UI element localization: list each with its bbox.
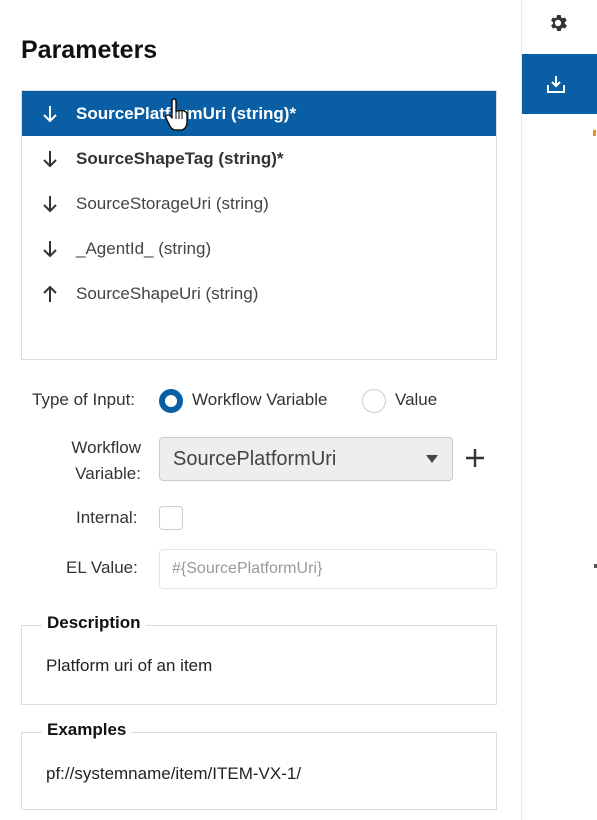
examples-box: Examples pf://systemname/item/ITEM-VX-1/ <box>21 720 497 810</box>
examples-text: pf://systemname/item/ITEM-VX-1/ <box>46 764 302 783</box>
arrow-down-icon <box>41 195 59 213</box>
arrow-up-icon <box>41 285 59 303</box>
el-value-placeholder: #{SourcePlatformUri} <box>172 560 323 577</box>
parameter-item[interactable]: SourceShapeTag (string)* <box>22 136 496 181</box>
description-box: Description Platform uri of an item <box>21 613 497 705</box>
parameter-label: SourceStorageUri (string) <box>76 193 269 213</box>
value-radio[interactable] <box>362 389 386 413</box>
workflow-variable-label: Workflow Variable: <box>40 435 141 487</box>
arrow-down-icon <box>41 150 59 168</box>
value-option-label[interactable]: Value <box>395 390 437 410</box>
parameter-item[interactable]: SourceShapeUri (string) <box>22 271 496 316</box>
parameter-item[interactable]: SourcePlatformUri (string)* <box>22 91 496 136</box>
internal-checkbox[interactable] <box>159 506 183 530</box>
download-tray-icon <box>547 76 565 93</box>
parameters-panel: Parameters SourcePlatformUri (string)* S… <box>0 0 521 820</box>
workflow-variable-select[interactable]: SourcePlatformUri <box>159 437 453 481</box>
workflow-variable-label-line1: Workflow <box>71 438 141 457</box>
workflow-variable-label-line2: Variable: <box>75 464 141 483</box>
arrow-down-icon <box>41 105 59 123</box>
parameter-label: SourceShapeTag (string)* <box>76 148 284 168</box>
gear-icon[interactable] <box>547 12 569 34</box>
type-of-input-label: Type of Input: <box>32 390 136 409</box>
description-text: Platform uri of an item <box>46 656 213 675</box>
download-tab[interactable] <box>522 54 597 114</box>
parameter-item[interactable]: _AgentId_ (string) <box>22 226 496 271</box>
el-value-label: EL Value: <box>66 558 138 577</box>
parameter-list: SourcePlatformUri (string)* SourceShapeT… <box>21 90 497 360</box>
panel-divider <box>521 0 522 820</box>
workflow-variable-value: SourcePlatformUri <box>173 447 337 470</box>
internal-label: Internal: <box>76 508 138 527</box>
arrow-down-icon <box>41 240 59 258</box>
parameter-item[interactable]: SourceStorageUri (string) <box>22 181 496 226</box>
chevron-down-icon <box>426 455 438 463</box>
workflow-variable-option-label[interactable]: Workflow Variable <box>192 390 327 410</box>
parameter-label: SourceShapeUri (string) <box>76 283 259 303</box>
status-indicator <box>593 130 596 136</box>
plus-icon[interactable] <box>464 447 486 469</box>
workflow-variable-radio[interactable] <box>159 389 183 413</box>
parameter-label: _AgentId_ (string) <box>76 238 212 258</box>
el-value-input[interactable]: #{SourcePlatformUri} <box>159 549 497 589</box>
page-title: Parameters <box>21 36 158 64</box>
hand-cursor-icon <box>165 98 188 131</box>
description-legend: Description <box>42 613 146 633</box>
examples-legend: Examples <box>42 720 132 740</box>
